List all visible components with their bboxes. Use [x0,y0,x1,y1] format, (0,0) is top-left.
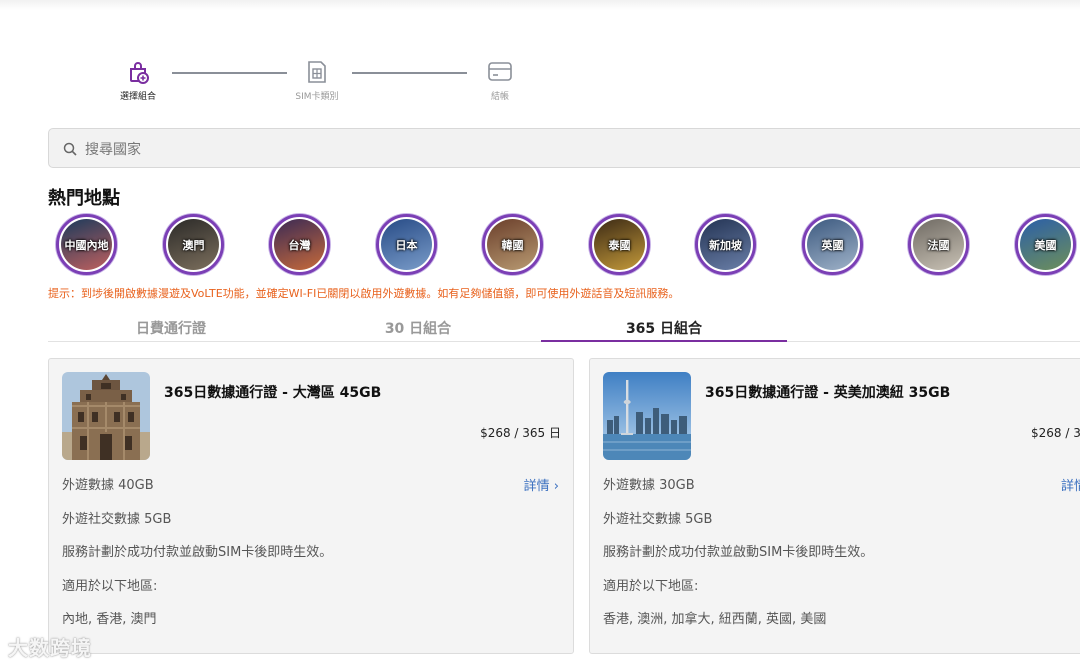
active-tab-indicator [541,340,787,342]
sim-card-icon [308,61,326,83]
destination-3[interactable]: 台灣 [269,214,330,275]
destination-photo: 韓國 [487,219,538,270]
step-connector [352,72,467,74]
destination-name: 台灣 [288,238,311,252]
destination-1[interactable]: 中國內地 [56,214,117,275]
plan-card[interactable]: 365日數據通行證 - 英美加澳紐 35GB $268 / 365 日 詳情 ›… [589,358,1080,654]
country-search-bar[interactable] [48,128,1080,168]
credit-card-icon [488,62,512,81]
plan-title: 365日數據通行證 - 英美加澳紐 35GB [705,385,951,401]
step-sim-type[interactable]: SIM卡類別 [277,60,357,102]
destination-name: 日本 [395,238,418,252]
destination-name: 泰國 [608,238,631,252]
popular-destinations-title: 熱門地點 [48,188,120,209]
destination-9[interactable]: 法國 [908,214,969,275]
plan-thumbnail-macau-ruins [62,372,150,460]
plan-activation-note: 服務計劃於成功付款並啟動SIM卡後即時生效。 [603,545,874,560]
step-label: 選擇組合 [119,92,156,102]
destination-name: 澳門 [182,238,205,252]
details-link[interactable]: 詳情 › [1061,475,1080,494]
plan-regions-label: 適用於以下地區: [62,579,158,594]
roaming-notice: 提示：到埗後開啟數據漫遊及VoLTE功能，並確定WI-FI已關閉以啟用外遊數據。… [48,287,680,300]
plan-title: 365日數據通行證 - 大灣區 45GB [164,385,382,401]
destination-photo: 澳門 [168,219,219,270]
destination-photo: 美國 [1020,219,1071,270]
tab-30-day-plan[interactable]: 30 日組合 [295,318,541,338]
destination-photo: 中國內地 [61,219,112,270]
destination-6[interactable]: 泰國 [589,214,650,275]
plan-regions-list: 香港, 澳洲, 加拿大, 紐西蘭, 英國, 美國 [603,612,827,627]
destination-name: 法國 [927,238,950,252]
step-label: SIM卡類別 [295,92,339,102]
plan-regions-list: 內地, 香港, 澳門 [62,612,157,627]
destination-7[interactable]: 新加坡 [695,214,756,275]
step-checkout[interactable]: 結帳 [460,60,540,102]
destination-photo: 泰國 [594,219,645,270]
top-shadow-bar [0,0,1080,10]
plan-price: $268 / 365 日 [1031,426,1080,440]
step-select-plan[interactable]: 選擇組合 [98,60,178,102]
plan-regions-label: 適用於以下地區: [603,579,699,594]
destination-name: 美國 [1034,238,1057,252]
step-label: 結帳 [490,92,509,102]
destination-name: 新加坡 [709,238,742,252]
destination-2[interactable]: 澳門 [163,214,224,275]
plan-data-allowance: 外遊數據 40GB [62,478,154,493]
destination-name: 中國內地 [64,238,109,252]
plan-social-data: 外遊社交數據 5GB [62,512,172,527]
destination-photo: 英國 [807,219,858,270]
destination-photo: 台灣 [274,219,325,270]
plan-activation-note: 服務計劃於成功付款並啟動SIM卡後即時生效。 [62,545,333,560]
plan-card[interactable]: 365日數據通行證 - 大灣區 45GB $268 / 365 日 詳情 › 外… [48,358,574,654]
watermark-logo: 大数跨境 [8,636,92,660]
destination-10[interactable]: 美國 [1015,214,1076,275]
destination-name: 韓國 [501,238,524,252]
plan-thumbnail-toronto-skyline [603,372,691,460]
plan-price: $268 / 365 日 [480,426,561,440]
destination-photo: 日本 [381,219,432,270]
tab-daily-pass[interactable]: 日費通行證 [48,318,294,338]
destination-photo: 法國 [913,219,964,270]
destination-5[interactable]: 韓國 [482,214,543,275]
step-connector [172,72,287,74]
destination-8[interactable]: 英國 [802,214,863,275]
plan-social-data: 外遊社交數據 5GB [603,512,713,527]
bag-plus-icon [130,62,149,84]
search-icon [63,142,77,156]
plan-data-allowance: 外遊數據 30GB [603,478,695,493]
destination-name: 英國 [821,238,844,252]
destination-photo: 新加坡 [700,219,751,270]
details-link[interactable]: 詳情 › [524,475,559,494]
destination-4[interactable]: 日本 [376,214,437,275]
search-input[interactable] [83,137,687,163]
tab-365-day-plan[interactable]: 365 日組合 [541,318,787,338]
